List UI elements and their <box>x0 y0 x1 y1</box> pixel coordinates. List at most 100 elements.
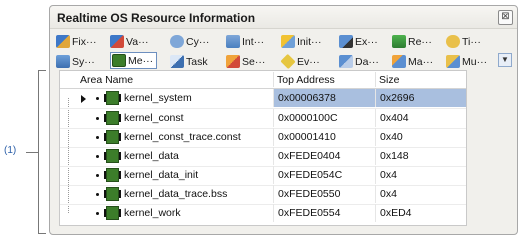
area-name-cell: kernel_system <box>124 92 192 104</box>
mailbox-icon <box>392 55 406 68</box>
resource-icon <box>392 35 406 48</box>
callout-bracket <box>38 70 46 234</box>
tab-semaphore[interactable]: Se··· <box>226 53 265 70</box>
table-row[interactable]: kernel_data_trace.bss 0xFEDE0550 0x4 <box>60 185 466 205</box>
size-cell: 0x4 <box>375 166 466 184</box>
table-row[interactable]: kernel_const_trace.const 0x00001410 0x40 <box>60 128 466 148</box>
top-address-cell: 0x00006378 <box>273 89 375 107</box>
memory-chip-icon <box>104 168 121 182</box>
top-address-cell: 0xFEDE0550 <box>273 185 375 203</box>
variable-memory-pool-icon <box>110 35 124 48</box>
bullet-icon <box>96 136 99 139</box>
area-name-cell: kernel_data_init <box>124 169 199 181</box>
top-address-cell: 0x00001410 <box>273 128 375 146</box>
tab-label: Va··· <box>126 35 149 48</box>
tab-mutex[interactable]: Mu··· <box>446 53 487 70</box>
table-row[interactable]: kernel_system 0x00006378 0x2696 <box>60 89 466 109</box>
tab-resource[interactable]: Re··· <box>392 33 432 50</box>
table-row[interactable]: kernel_const 0x0000100C 0x404 <box>60 109 466 129</box>
initialization-routine-icon <box>281 35 295 48</box>
tab-label: Re··· <box>408 35 432 48</box>
timer-icon <box>446 35 460 48</box>
system-icon <box>56 55 70 68</box>
column-header-area-name[interactable]: Area Name <box>80 74 133 86</box>
tab-label: Fix··· <box>72 35 97 48</box>
size-cell: 0x404 <box>375 109 466 127</box>
memory-area-icon <box>112 54 126 67</box>
tab-task[interactable]: Task <box>170 53 208 70</box>
memory-chip-icon <box>104 149 121 163</box>
area-name-cell: kernel_data_trace.bss <box>124 188 228 200</box>
tab-label: Ex··· <box>355 35 378 48</box>
callout-line <box>26 152 38 153</box>
memory-chip-icon <box>104 206 121 220</box>
resource-toolbar: Fix··· Va··· Cy··· Int··· Init··· Ex··· … <box>54 32 513 70</box>
tab-system[interactable]: Sy··· <box>56 53 95 70</box>
tab-label: Da··· <box>355 55 379 68</box>
area-name-cell: kernel_const <box>124 112 184 124</box>
column-divider[interactable] <box>375 72 376 87</box>
close-button[interactable]: ⊠ <box>498 10 513 25</box>
size-cell: 0xED4 <box>375 204 466 222</box>
tab-variable-memory-pool[interactable]: Va··· <box>110 33 149 50</box>
fixed-memory-pool-icon <box>56 35 70 48</box>
exception-handler-icon <box>339 35 353 48</box>
area-name-cell: kernel_const_trace.const <box>124 131 241 143</box>
size-cell: 0x2696 <box>375 89 466 107</box>
top-address-cell: 0x0000100C <box>273 109 375 127</box>
area-name-cell: kernel_data <box>124 150 179 162</box>
top-address-cell: 0xFEDE0404 <box>273 147 375 165</box>
tab-initialization-routine[interactable]: Init··· <box>281 33 322 50</box>
bullet-icon <box>96 212 99 215</box>
bullet-icon <box>96 97 99 100</box>
table-row[interactable]: kernel_data_init 0xFEDE054C 0x4 <box>60 166 466 186</box>
bullet-icon <box>96 193 99 196</box>
semaphore-icon <box>226 55 240 68</box>
memory-chip-icon <box>104 91 121 105</box>
table-row[interactable]: kernel_data 0xFEDE0404 0x148 <box>60 147 466 167</box>
tab-label: Mu··· <box>462 55 488 68</box>
tab-label: Ti··· <box>462 35 481 48</box>
resource-info-panel: Realtime OS Resource Information ⊠ Fix··… <box>49 5 518 235</box>
interrupt-handler-icon <box>226 35 240 48</box>
column-header-top-address[interactable]: Top Address <box>277 74 335 86</box>
size-cell: 0x148 <box>375 147 466 165</box>
memory-chip-icon <box>104 130 121 144</box>
panel-title: Realtime OS Resource Information <box>57 11 256 25</box>
tab-label: Ev··· <box>297 55 320 68</box>
top-address-cell: 0xFEDE054C <box>273 166 375 184</box>
tab-data-queue[interactable]: Da··· <box>339 53 379 70</box>
tab-cyclic-handler[interactable]: Cy··· <box>170 33 209 50</box>
tab-exception-handler[interactable]: Ex··· <box>339 33 378 50</box>
tab-mailbox[interactable]: Ma··· <box>392 53 433 70</box>
toolbar-overflow-dropdown[interactable]: ▼ <box>498 53 512 67</box>
data-queue-icon <box>339 55 353 68</box>
memory-chip-icon <box>104 111 121 125</box>
column-divider[interactable] <box>273 72 274 87</box>
top-address-cell: 0xFEDE0554 <box>273 204 375 222</box>
title-bar: Realtime OS Resource Information ⊠ <box>50 6 517 29</box>
tab-label: Int··· <box>242 35 265 48</box>
tab-label: Se··· <box>242 55 266 68</box>
tab-label: Init··· <box>297 35 322 48</box>
memory-area-grid: Area Name Top Address Size kernel_system… <box>59 70 467 226</box>
expand-arrow-icon[interactable] <box>81 95 86 103</box>
bullet-icon <box>96 155 99 158</box>
mutex-icon <box>446 55 460 68</box>
event-flag-icon <box>280 53 296 70</box>
bullet-icon <box>96 117 99 120</box>
tab-label: Me··· <box>128 54 154 67</box>
table-row[interactable]: kernel_work 0xFEDE0554 0xED4 <box>60 204 466 223</box>
column-header-size[interactable]: Size <box>379 74 399 86</box>
size-cell: 0x40 <box>375 128 466 146</box>
area-name-cell: kernel_work <box>124 207 181 219</box>
task-icon <box>170 55 184 68</box>
grid-header: Area Name Top Address Size <box>60 71 466 89</box>
tab-timer[interactable]: Ti··· <box>446 33 481 50</box>
tab-fixed-memory-pool[interactable]: Fix··· <box>56 33 97 50</box>
callout-label: (1) <box>4 145 17 156</box>
tab-event-flag[interactable]: Ev··· <box>280 53 320 70</box>
tab-interrupt-handler[interactable]: Int··· <box>226 33 264 50</box>
tab-memory-area[interactable]: Me··· <box>110 52 158 69</box>
bullet-icon <box>96 174 99 177</box>
